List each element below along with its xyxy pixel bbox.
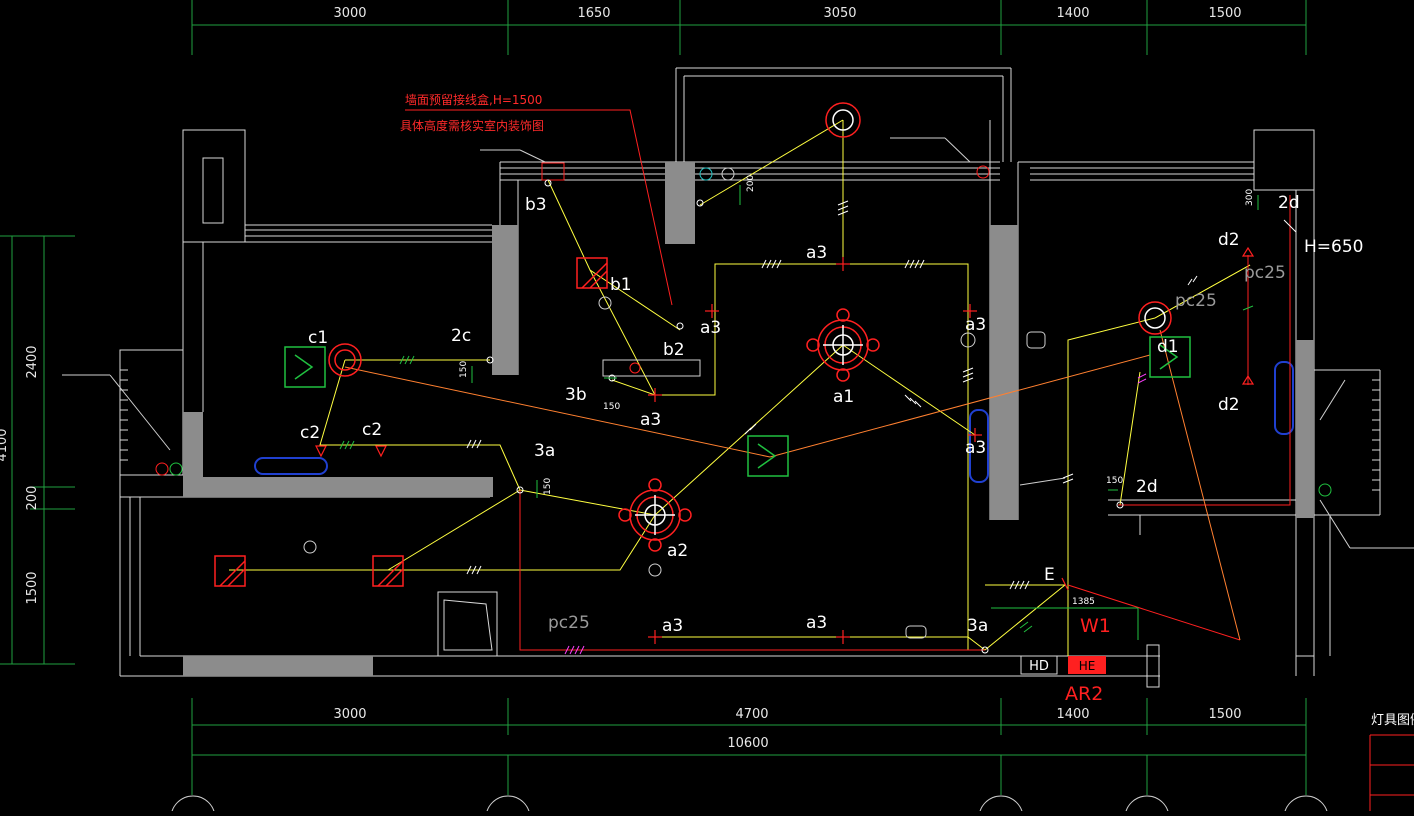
cad-drawing-canvas[interactable]: 3000 1650 3050 1400 1500 3000 4700 1400 … [0, 0, 1414, 816]
note-line-2: 具体高度需核实室内装饰图 [400, 118, 544, 133]
dim-bottom-1: 3000 [333, 707, 366, 722]
columns [183, 162, 1314, 676]
ceiling-lamp-a1[interactable] [806, 308, 880, 382]
label-pc25-2: pc25 [1244, 263, 1286, 283]
label-3a-2: 3a [967, 616, 988, 636]
dim-bottom-3: 1400 [1056, 707, 1089, 722]
dim-left-1: 2400 [25, 345, 40, 378]
radiators [254, 361, 1294, 483]
label-b1: b1 [610, 275, 632, 295]
label-ar2: AR2 [1065, 683, 1103, 705]
note-line-1: 墙面预留接线盒,H=1500 [405, 92, 542, 107]
label-d2-1: d2 [1218, 230, 1240, 250]
mark-150-c: 150 [603, 402, 620, 412]
label-3a-1: 3a [534, 441, 555, 461]
label-b3: b3 [525, 195, 547, 215]
exhaust-fans[interactable] [284, 336, 1191, 477]
label-a1: a1 [833, 387, 854, 407]
label-a3-2: a3 [806, 243, 827, 263]
floor-plan-svg: 3000 1650 3050 1400 1500 3000 4700 1400 … [0, 0, 1414, 816]
dim-left-2: 4100 [0, 428, 10, 461]
dim-top-4: 1400 [1056, 6, 1089, 21]
label-e: E [1044, 565, 1055, 585]
green-tick-marks [339, 305, 1254, 633]
label-a3-7: a3 [806, 613, 827, 633]
socket-outlets[interactable] [315, 246, 1255, 644]
dim-top-2: 1650 [577, 6, 610, 21]
label-pc25-1: pc25 [1175, 291, 1217, 311]
mark-150-b: 150 [543, 478, 553, 495]
legend-title: 灯具图例 [1371, 713, 1414, 728]
mark-200: 200 [746, 175, 756, 192]
mark-150-a: 150 [459, 361, 469, 378]
dim-total: 10600 [727, 736, 768, 751]
label-a3-4: a3 [965, 438, 986, 458]
dim-bottom-2: 4700 [735, 707, 768, 722]
label-2d-2: 2d [1136, 477, 1158, 497]
dim-top-3: 3050 [823, 6, 856, 21]
he-label: HE [1079, 659, 1096, 673]
label-c2-2: c2 [362, 420, 382, 440]
wall-switches[interactable] [486, 179, 1297, 654]
label-a3-1: a3 [700, 318, 721, 338]
square-fixtures[interactable] [214, 257, 608, 587]
dim-top-1: 3000 [333, 6, 366, 21]
label-c1: c1 [308, 328, 328, 348]
hd-label: HD [1029, 659, 1049, 674]
label-a3-3: a3 [965, 315, 986, 335]
label-2d-1: 2d [1278, 193, 1300, 213]
distribution-box-he[interactable]: HE [1068, 656, 1106, 674]
grid-axis-bubbles [170, 795, 1329, 816]
label-pc25-3: pc25 [548, 613, 590, 633]
label-d1: d1 [1157, 337, 1179, 357]
label-c2-1: c2 [300, 423, 320, 443]
distribution-box-hd[interactable]: HD [1020, 655, 1058, 675]
mark-1385: 1385 [1072, 597, 1095, 607]
label-d2-2: d2 [1218, 395, 1240, 415]
mark-300: 300 [1245, 189, 1255, 206]
switch-dimension-marks [471, 185, 1259, 640]
misc-symbols [155, 162, 1332, 639]
label-h650: H=650 [1304, 237, 1363, 257]
label-2c: 2c [451, 326, 471, 346]
mark-150-d: 150 [1106, 476, 1123, 486]
walls [119, 67, 1381, 688]
dim-bottom-4: 1500 [1208, 707, 1241, 722]
dim-left-4: 1500 [25, 571, 40, 604]
label-b2: b2 [663, 340, 685, 360]
legend-table [1369, 734, 1414, 811]
dim-top-5: 1500 [1208, 6, 1241, 21]
label-a3-5: a3 [640, 410, 661, 430]
label-w1: W1 [1080, 615, 1111, 637]
label-a2: a2 [667, 541, 688, 561]
label-3b: 3b [565, 385, 587, 405]
dim-left-3: 200 [25, 486, 40, 511]
label-a3-6: a3 [662, 616, 683, 636]
